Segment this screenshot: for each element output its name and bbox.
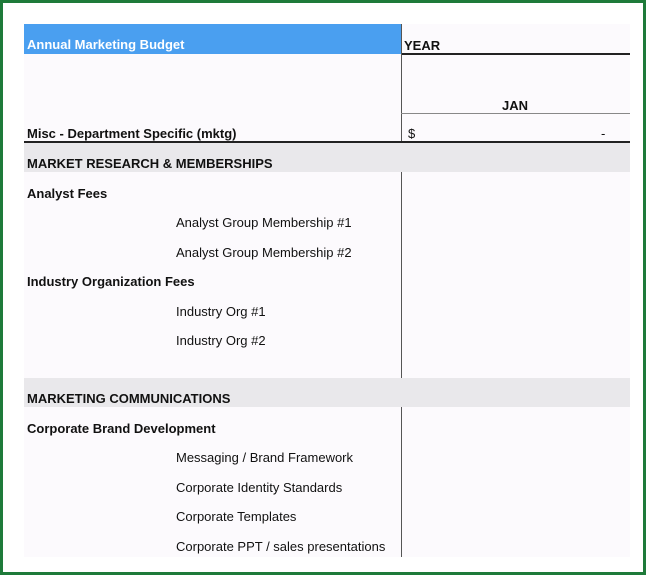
year-underline [401,53,630,55]
section-title-market-research[interactable]: MARKET RESEARCH & MEMBERSHIPS [27,156,273,171]
section-title-marketing-comms[interactable]: MARKETING COMMUNICATIONS [27,391,230,406]
year-header[interactable]: YEAR [404,38,440,53]
line-item[interactable]: Messaging / Brand Framework [176,450,353,465]
image-frame: Annual Marketing Budget YEAR JAN Misc - … [0,0,646,575]
line-item[interactable]: Analyst Group Membership #2 [176,245,352,260]
line-item[interactable]: Analyst Group Membership #1 [176,215,352,230]
line-item[interactable]: Corporate Templates [176,509,296,524]
group-title-analyst-fees[interactable]: Analyst Fees [27,186,107,201]
line-item[interactable]: Industry Org #1 [176,304,266,319]
line-item[interactable]: Corporate PPT / sales presentations [176,539,385,554]
month-header-jan[interactable]: JAN [502,98,528,113]
column-divider [401,24,402,557]
line-item[interactable]: Corporate Identity Standards [176,480,342,495]
spreadsheet: Annual Marketing Budget YEAR JAN Misc - … [24,24,630,557]
month-divider [401,113,630,114]
misc-row-value[interactable]: - [601,126,605,141]
group-title-brand-development[interactable]: Corporate Brand Development [27,421,216,436]
group-title-industry-fees[interactable]: Industry Organization Fees [27,274,195,289]
misc-row-label[interactable]: Misc - Department Specific (mktg) [27,126,237,141]
line-item[interactable]: Industry Org #2 [176,333,266,348]
budget-title-cell[interactable]: Annual Marketing Budget [24,24,401,54]
misc-row-currency[interactable]: $ [408,126,415,141]
